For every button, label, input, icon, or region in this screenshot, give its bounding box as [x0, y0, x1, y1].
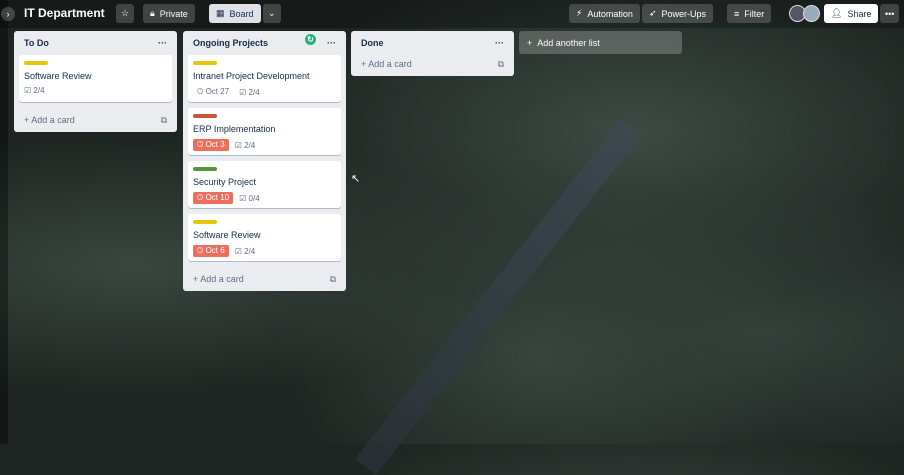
visibility-label: Private [159, 8, 188, 19]
lock-icon: 🔒︎ [150, 8, 155, 18]
add-card-button[interactable]: + Add a card [361, 59, 412, 69]
automation-label: Automation [587, 8, 633, 19]
avatar[interactable] [803, 5, 820, 22]
checklist-badge: ☑ 2/4 [234, 140, 256, 150]
template-icon[interactable]: ⧉ [330, 274, 336, 285]
list-menu-icon[interactable]: ··· [158, 38, 167, 48]
expand-sidebar-button[interactable]: › [1, 7, 15, 21]
board-view-button[interactable]: ▦ Board [209, 4, 261, 23]
add-list-button[interactable]: + Add another list [519, 31, 682, 54]
add-user-icon: 👤︎ [831, 8, 843, 18]
filter-button[interactable]: ≡ Filter [727, 4, 772, 23]
lightning-icon: ⚡︎ [576, 8, 583, 18]
add-list-label: Add another list [537, 37, 600, 48]
background-road [355, 120, 641, 475]
plus-icon: + [527, 37, 533, 48]
mouse-cursor-icon: ↖ [351, 173, 361, 185]
card-label [193, 114, 217, 118]
card-title: ERP Implementation [193, 124, 276, 134]
add-card-button[interactable]: + Add a card [193, 274, 244, 284]
power-ups-button[interactable]: ➶ Power-Ups [642, 4, 714, 23]
card-label [193, 61, 217, 65]
filter-label: Filter [744, 8, 765, 19]
list-done: Done ··· + Add a card ⧉ [351, 31, 514, 76]
card-title: Security Project [193, 177, 257, 187]
star-icon: ☆ [121, 8, 130, 18]
sync-icon: ↻ [305, 34, 316, 45]
chevron-down-icon: ⌄ [268, 8, 276, 18]
board-title[interactable]: IT Department [24, 6, 105, 20]
list-title[interactable]: Ongoing Projects [193, 38, 268, 48]
card-label [193, 167, 217, 171]
more-menu-button[interactable]: ••• [880, 4, 900, 23]
card-title: Intranet Project Development [193, 71, 310, 81]
list-menu-icon[interactable]: ··· [327, 38, 336, 48]
add-card-button[interactable]: + Add a card [24, 115, 75, 125]
list-title[interactable]: To Do [24, 38, 49, 48]
filter-icon: ≡ [734, 8, 740, 19]
due-date-badge: 🕓︎ Oct 27 [197, 87, 230, 96]
share-button[interactable]: 👤︎ Share [824, 4, 879, 23]
list-title[interactable]: Done [361, 38, 384, 48]
card[interactable]: Software Review 🕓︎ Oct 6 ☑ 2/4 [188, 214, 341, 261]
view-dropdown-button[interactable]: ⌄ [263, 4, 281, 23]
checklist-badge: ☑ 0/4 [239, 193, 260, 203]
card[interactable]: Security Project 🕓︎ Oct 10 ☑ 0/4 [188, 161, 341, 208]
due-date-badge: 🕓︎ Oct 10 [193, 192, 234, 204]
view-label: Board [229, 8, 254, 19]
board-header: › IT Department ☆ 🔒︎ Private ▦ Board ⌄ ⚡︎ A… [0, 0, 904, 28]
automation-button[interactable]: ⚡︎ Automation [569, 4, 640, 23]
card[interactable]: Intranet Project Development 🕓︎ Oct 27 ☑ … [188, 55, 341, 102]
card[interactable]: Software Review ☑ 2/4 [19, 55, 172, 102]
visibility-button[interactable]: 🔒︎ Private [143, 4, 195, 23]
list-to-do: To Do ··· Software Review ☑ 2/4 + Add a c… [14, 31, 177, 132]
card[interactable]: ERP Implementation 🕓︎ Oct 3 ☑ 2/4 [188, 108, 341, 155]
star-button[interactable]: ☆ [116, 4, 135, 23]
share-label: Share [847, 8, 872, 19]
sidebar-collapsed [0, 0, 8, 444]
due-date-badge: 🕓︎ Oct 3 [193, 139, 229, 151]
template-icon[interactable]: ⧉ [161, 115, 167, 126]
card-label [24, 61, 48, 65]
checklist-badge: ☑ 2/4 [234, 246, 256, 256]
list-menu-icon[interactable]: ··· [495, 38, 504, 48]
due-date-badge: 🕓︎ Oct 6 [193, 245, 229, 257]
card-title: Software Review [24, 71, 92, 81]
list-ongoing-projects: Ongoing Projects ↻ ··· Intranet Project De… [183, 31, 346, 291]
rocket-icon: ➶ [649, 8, 657, 18]
power-ups-label: Power-Ups [661, 8, 707, 19]
card-title: Software Review [193, 230, 261, 240]
card-label [193, 220, 217, 224]
template-icon[interactable]: ⧉ [498, 59, 504, 70]
checklist-badge: ☑ 2/4 [24, 86, 45, 95]
board-icon: ▦ [216, 8, 225, 18]
more-icon: ••• [885, 8, 895, 19]
checklist-badge: ☑ 2/4 [239, 87, 260, 97]
